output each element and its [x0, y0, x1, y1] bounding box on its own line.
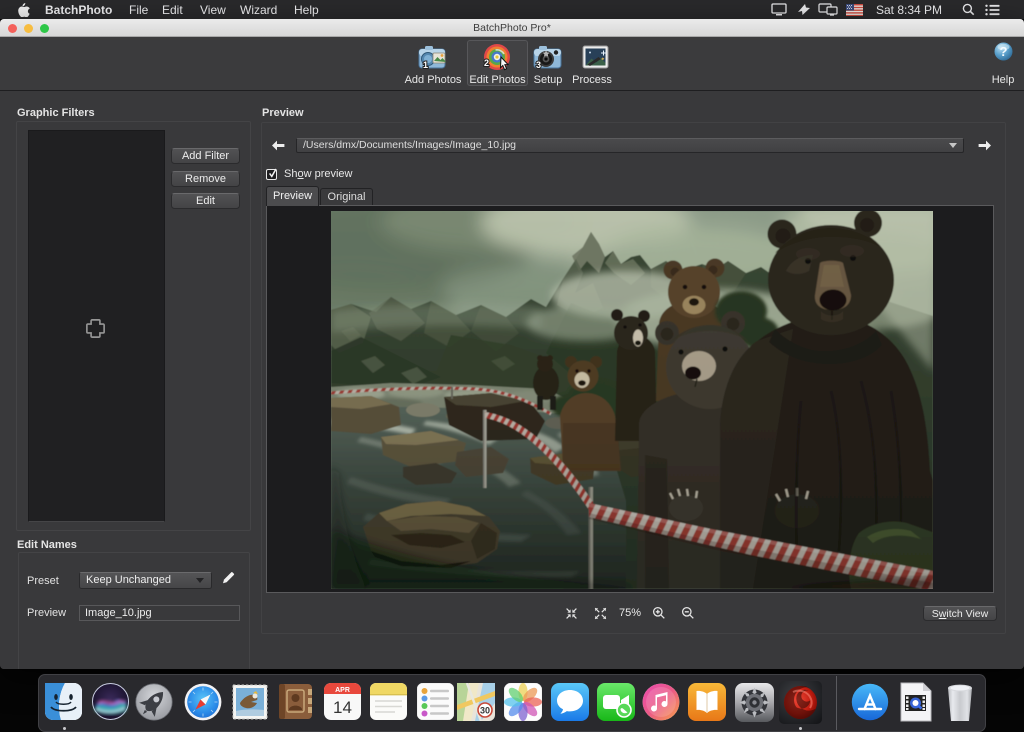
- svg-text:2: 2: [484, 58, 489, 68]
- svg-text:APR: APR: [335, 687, 350, 694]
- svg-text:1: 1: [423, 60, 428, 70]
- svg-text:14: 14: [333, 698, 352, 717]
- svg-text:30: 30: [480, 706, 490, 716]
- svg-text:3: 3: [536, 60, 541, 70]
- svg-text:?: ?: [1000, 44, 1008, 59]
